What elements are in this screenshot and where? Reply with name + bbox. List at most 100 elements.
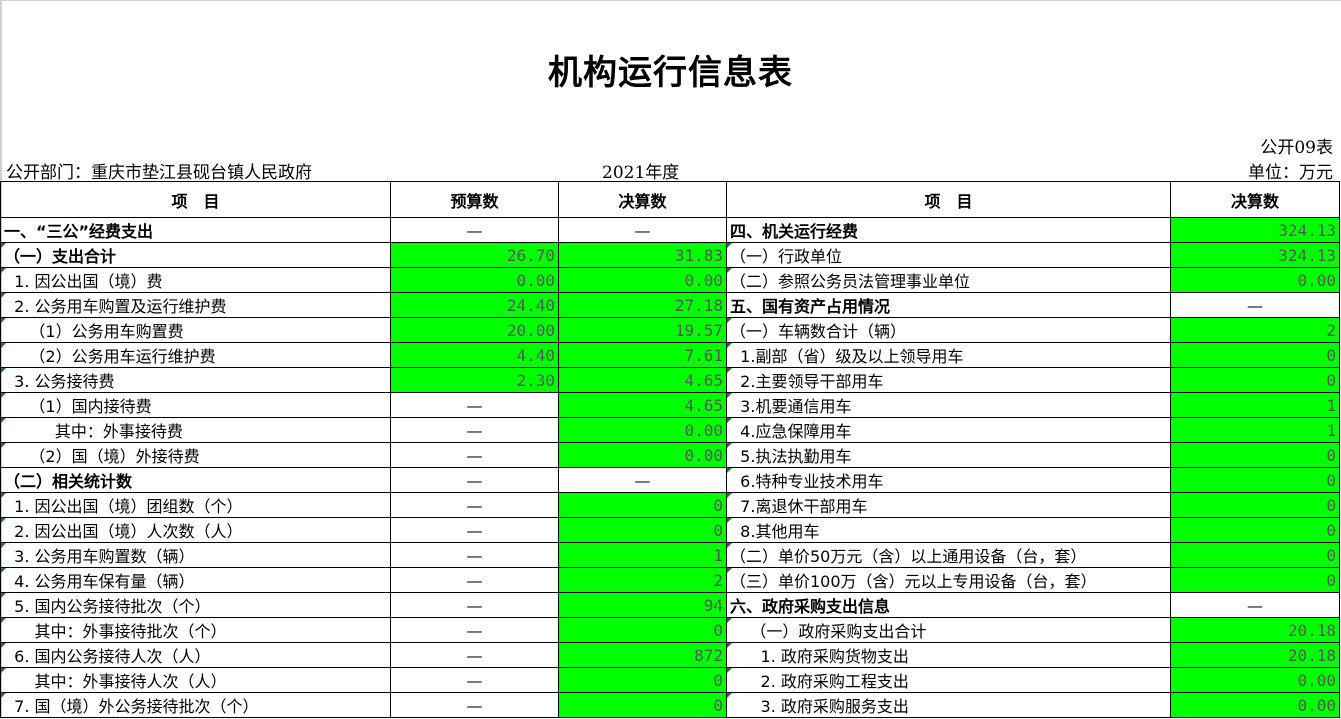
budget-cell[interactable]: — <box>390 567 559 593</box>
header-final[interactable]: 决算数 <box>558 181 727 218</box>
right-value-cell[interactable]: 2 <box>1170 317 1340 343</box>
right-label-cell[interactable]: （三）单价100万（含）元以上专用设备（台，套） <box>726 567 1171 593</box>
final-cell[interactable]: 872 <box>558 642 727 668</box>
row-label-cell[interactable]: 1. 因公出国（境）团组数（个） <box>0 492 391 518</box>
right-label-cell[interactable]: 1.副部（省）级及以上领导用车 <box>726 342 1171 368</box>
budget-cell[interactable]: 26.70 <box>390 242 559 268</box>
budget-cell[interactable]: 4.40 <box>390 342 559 368</box>
right-value-cell[interactable]: 20.18 <box>1170 642 1340 668</box>
row-label-cell[interactable]: 2. 因公出国（境）人次数（人） <box>0 517 391 543</box>
right-label-cell[interactable]: 2. 政府采购工程支出 <box>726 667 1171 693</box>
right-label-cell[interactable]: （一）政府采购支出合计 <box>726 617 1171 643</box>
final-cell[interactable]: 7.61 <box>558 342 727 368</box>
final-cell[interactable]: 0 <box>558 492 727 518</box>
right-value-cell[interactable]: — <box>1170 292 1340 318</box>
row-label-cell[interactable]: （2）公务用车运行维护费 <box>0 342 391 368</box>
budget-cell[interactable]: — <box>390 417 559 443</box>
final-cell[interactable]: 94 <box>558 592 727 618</box>
right-label-cell[interactable]: 7.离退休干部用车 <box>726 492 1171 518</box>
final-cell[interactable]: 0 <box>558 617 727 643</box>
final-cell[interactable]: 27.18 <box>558 292 727 318</box>
right-value-cell[interactable]: 324.13 <box>1170 242 1340 268</box>
right-label-cell[interactable]: 2.主要领导干部用车 <box>726 367 1171 393</box>
row-label-cell[interactable]: 5. 国内公务接待批次（个） <box>0 592 391 618</box>
row-label-cell[interactable]: （2）国（境）外接待费 <box>0 442 391 468</box>
right-label-cell[interactable]: 5.执法执勤用车 <box>726 442 1171 468</box>
right-label-cell[interactable]: 四、机关运行经费 <box>726 217 1171 243</box>
right-label-cell[interactable]: 4.应急保障用车 <box>726 417 1171 443</box>
right-value-cell[interactable]: 0 <box>1170 492 1340 518</box>
row-label-cell[interactable]: 一、“三公”经费支出 <box>0 217 391 243</box>
budget-cell[interactable]: 0.00 <box>390 267 559 293</box>
final-cell[interactable]: 4.65 <box>558 367 727 393</box>
budget-cell[interactable]: — <box>390 217 559 243</box>
right-value-cell[interactable]: 0.00 <box>1170 267 1340 293</box>
right-value-cell[interactable]: 0.00 <box>1170 692 1340 718</box>
right-value-cell[interactable]: 0 <box>1170 467 1340 493</box>
right-value-cell[interactable]: 20.18 <box>1170 617 1340 643</box>
row-label-cell[interactable]: 其中：外事接待费 <box>0 417 391 443</box>
budget-cell[interactable]: — <box>390 692 559 718</box>
row-label-cell[interactable]: （1）国内接待费 <box>0 392 391 418</box>
final-cell[interactable]: 0 <box>558 517 727 543</box>
right-label-cell[interactable]: （二）参照公务员法管理事业单位 <box>726 267 1171 293</box>
row-label-cell[interactable]: 6. 国内公务接待人次（人） <box>0 642 391 668</box>
final-cell[interactable]: 19.57 <box>558 317 727 343</box>
row-label-cell[interactable]: 其中：外事接待人次（人） <box>0 667 391 693</box>
right-value-cell[interactable]: 0.00 <box>1170 667 1340 693</box>
right-value-cell[interactable]: 1 <box>1170 417 1340 443</box>
row-label-cell[interactable]: 3. 公务用车购置数（辆） <box>0 542 391 568</box>
final-cell[interactable]: — <box>558 467 727 493</box>
final-cell[interactable]: 0.00 <box>558 417 727 443</box>
right-value-cell[interactable]: 0 <box>1170 367 1340 393</box>
row-label-cell[interactable]: 1. 因公出国（境）费 <box>0 267 391 293</box>
right-label-cell[interactable]: 1. 政府采购货物支出 <box>726 642 1171 668</box>
right-value-cell[interactable]: 0 <box>1170 442 1340 468</box>
budget-cell[interactable]: — <box>390 592 559 618</box>
row-label-cell[interactable]: （一）支出合计 <box>0 242 391 268</box>
right-label-cell[interactable]: （一）车辆数合计（辆） <box>726 317 1171 343</box>
right-value-cell[interactable]: — <box>1170 592 1340 618</box>
final-cell[interactable]: 0.00 <box>558 442 727 468</box>
header-final-right[interactable]: 决算数 <box>1170 181 1340 218</box>
budget-cell[interactable]: — <box>390 667 559 693</box>
budget-cell[interactable]: — <box>390 442 559 468</box>
final-cell[interactable]: 0 <box>558 692 727 718</box>
right-value-cell[interactable]: 0 <box>1170 517 1340 543</box>
budget-cell[interactable]: — <box>390 642 559 668</box>
right-label-cell[interactable]: （二）单价50万元（含）以上通用设备（台，套） <box>726 542 1171 568</box>
budget-cell[interactable]: — <box>390 542 559 568</box>
final-cell[interactable]: 4.65 <box>558 392 727 418</box>
right-value-cell[interactable]: 0 <box>1170 567 1340 593</box>
row-label-cell[interactable]: 4. 公务用车保有量（辆） <box>0 567 391 593</box>
budget-cell[interactable]: — <box>390 492 559 518</box>
final-cell[interactable]: 2 <box>558 567 727 593</box>
right-label-cell[interactable]: 3. 政府采购服务支出 <box>726 692 1171 718</box>
right-value-cell[interactable]: 0 <box>1170 542 1340 568</box>
right-label-cell[interactable]: 3.机要通信用车 <box>726 392 1171 418</box>
row-label-cell[interactable]: （二）相关统计数 <box>0 467 391 493</box>
budget-cell[interactable]: 20.00 <box>390 317 559 343</box>
final-cell[interactable]: 1 <box>558 542 727 568</box>
row-label-cell[interactable]: 7. 国（境）外公务接待批次（个） <box>0 692 391 718</box>
budget-cell[interactable]: — <box>390 517 559 543</box>
header-item[interactable]: 项 目 <box>0 181 391 218</box>
right-label-cell[interactable]: 六、政府采购支出信息 <box>726 592 1171 618</box>
right-value-cell[interactable]: 1 <box>1170 392 1340 418</box>
final-cell[interactable]: 0.00 <box>558 267 727 293</box>
header-item-right[interactable]: 项 目 <box>726 181 1171 218</box>
budget-cell[interactable]: 2.30 <box>390 367 559 393</box>
right-label-cell[interactable]: 6.特种专业技术用车 <box>726 467 1171 493</box>
right-value-cell[interactable]: 324.13 <box>1170 217 1340 243</box>
final-cell[interactable]: 31.83 <box>558 242 727 268</box>
budget-cell[interactable]: — <box>390 617 559 643</box>
header-budget[interactable]: 预算数 <box>390 181 559 218</box>
right-label-cell[interactable]: （一）行政单位 <box>726 242 1171 268</box>
right-value-cell[interactable]: 0 <box>1170 342 1340 368</box>
row-label-cell[interactable]: 其中：外事接待批次（个） <box>0 617 391 643</box>
right-label-cell[interactable]: 五、国有资产占用情况 <box>726 292 1171 318</box>
budget-cell[interactable]: — <box>390 467 559 493</box>
final-cell[interactable]: — <box>558 217 727 243</box>
row-label-cell[interactable]: 2. 公务用车购置及运行维护费 <box>0 292 391 318</box>
budget-cell[interactable]: — <box>390 392 559 418</box>
